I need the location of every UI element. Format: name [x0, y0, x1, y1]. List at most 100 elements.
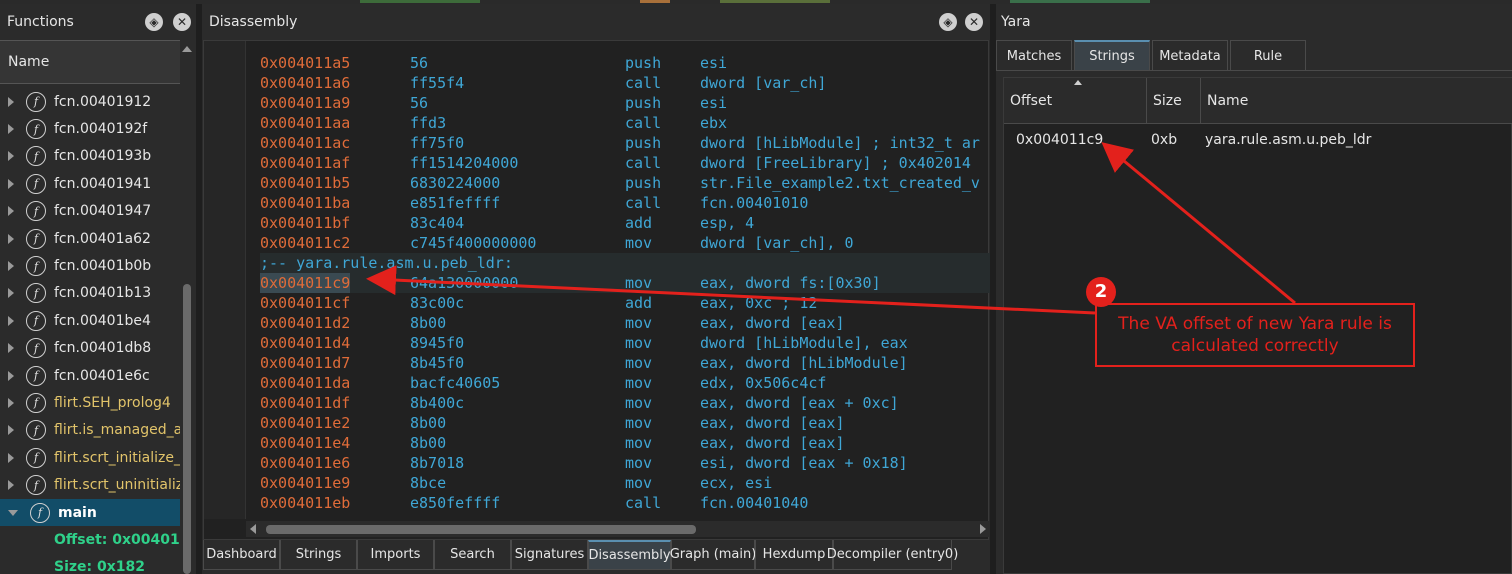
expand-arrow-icon[interactable] [8, 288, 14, 299]
line-bytes: 56 [410, 94, 429, 112]
function-item[interactable]: f fcn.00401b0b [0, 252, 180, 279]
line-operands: ecx, esi [700, 474, 773, 492]
function-item[interactable]: f fcn.00401941 [0, 170, 180, 197]
disasm-line[interactable]: 0x004011e9 8bce mov ecx, esi [260, 473, 990, 493]
line-mnemonic: call [625, 194, 662, 212]
line-operands: eax, dword fs:[0x30] [700, 274, 881, 292]
disasm-line[interactable]: 0x004011df 8b400c mov eax, dword [eax + 0xc… [260, 393, 990, 413]
function-item[interactable]: f fcn.0040193b [0, 143, 180, 170]
line-address: 0x004011e9 [260, 474, 351, 492]
disassembly-lines[interactable]: 0x004011a5 56 push esi 0x004011a6 ff55f4 call d… [260, 53, 990, 513]
expand-arrow-icon[interactable] [8, 452, 14, 463]
function-item[interactable]: f fcn.0040192f [0, 115, 180, 142]
disasm-line[interactable]: 0x004011bf 83c404 add esp, 4 [260, 213, 990, 233]
close-icon[interactable]: ✕ [173, 13, 191, 31]
disasm-line[interactable]: 0x004011d7 8b45f0 mov eax, dword [hLibModul… [260, 353, 990, 373]
line-address: 0x004011eb [260, 494, 351, 512]
column-header-offset[interactable]: Offset [1004, 78, 1147, 124]
disasm-line[interactable]: 0x004011eb e850feffff call fcn.00401040 [260, 493, 990, 513]
function-label: fcn.00401a62 [54, 230, 151, 247]
disasm-line[interactable]: 0x004011e2 8b00 mov eax, dword [eax] [260, 413, 990, 433]
expand-arrow-icon[interactable] [8, 261, 14, 272]
function-item[interactable]: f fcn.00401e6c [0, 362, 180, 389]
collapse-arrow-icon[interactable] [8, 509, 18, 516]
scroll-left-arrow-icon[interactable] [250, 524, 256, 534]
expand-arrow-icon[interactable] [8, 178, 14, 189]
line-mnemonic: mov [625, 454, 653, 472]
flag-line[interactable]: ;-- yara.rule.asm.u.peb_ldr: [260, 253, 990, 273]
disasm-line[interactable]: 0x004011e6 8b7018 mov esi, dword [eax + 0x1… [260, 453, 990, 473]
expand-arrow-icon[interactable] [8, 343, 14, 354]
expand-arrow-icon[interactable] [8, 425, 14, 436]
disasm-line[interactable]: 0x004011d4 8945f0 mov dword [hLibModule], e… [260, 333, 990, 353]
float-icon[interactable]: ◈ [939, 13, 957, 31]
expand-arrow-icon[interactable] [8, 480, 14, 491]
functions-column-header[interactable]: Name [0, 40, 180, 84]
expand-arrow-icon[interactable] [8, 206, 14, 217]
float-icon[interactable]: ◈ [145, 13, 163, 31]
tab-imports[interactable]: Imports [357, 540, 434, 570]
function-item[interactable]: f flirt.is_managed_ap [0, 417, 180, 444]
yara-tab-matches[interactable]: Matches [996, 40, 1072, 71]
scroll-right-arrow-icon[interactable] [980, 524, 986, 534]
line-mnemonic: push [625, 134, 662, 152]
table-row[interactable]: 0x004011c9 0xb yara.rule.asm.u.peb_ldr [1004, 128, 1512, 156]
function-item[interactable]: f fcn.00401912 [0, 88, 180, 115]
expand-arrow-icon[interactable] [8, 233, 14, 244]
disasm-line[interactable]: 0x004011af ff1514204000 call dword [FreeLib… [260, 153, 990, 173]
disasm-line[interactable]: 0x004011b5 6830224000 push str.File_example… [260, 173, 990, 193]
tab-search[interactable]: Search [434, 540, 511, 570]
expand-arrow-icon[interactable] [8, 151, 14, 162]
scroll-up-arrow-icon[interactable] [182, 46, 192, 52]
disassembly-view[interactable]: 0x004011a5 56 push esi 0x004011a6 ff55f4 call d… [203, 40, 990, 540]
function-item[interactable]: f fcn.00401947 [0, 198, 180, 225]
tab-dashboard[interactable]: Dashboard [203, 540, 280, 570]
yara-tab-rule[interactable]: Rule [1230, 40, 1306, 71]
disasm-line[interactable]: 0x004011ba e851feffff call fcn.00401010 [260, 193, 990, 213]
flag-label: ;-- yara.rule.asm.u.peb_ldr: [260, 254, 513, 272]
expand-arrow-icon[interactable] [8, 96, 14, 107]
tab-graph-main[interactable]: Graph (main) [670, 540, 756, 570]
disasm-line[interactable]: 0x004011cf 83c00c add eax, 0xc ; 12 [260, 293, 990, 313]
disasm-line[interactable]: 0x004011c2 c745f400000000 mov dword [var_ch… [260, 233, 990, 253]
function-item[interactable]: f fcn.00401b13 [0, 280, 180, 307]
function-item[interactable]: f flirt.SEH_prolog4 [0, 389, 180, 416]
tab-decompiler-entry0[interactable]: Decompiler (entry0) [827, 540, 958, 570]
function-item[interactable]: f flirt.scrt_uninitialize [0, 471, 180, 498]
yara-tab-metadata[interactable]: Metadata [1152, 40, 1228, 71]
disasm-line[interactable]: 0x004011ac ff75f0 push dword [hLibModule] ;… [260, 133, 990, 153]
function-label: fcn.00401be4 [54, 312, 151, 329]
disasm-line[interactable]: 0x004011a6 ff55f4 call dword [var_ch] [260, 73, 990, 93]
disasm-line[interactable]: 0x004011d2 8b00 mov eax, dword [eax] [260, 313, 990, 333]
yara-tab-strings[interactable]: Strings [1074, 40, 1150, 71]
disasm-line[interactable]: 0x004011da bacfc40605 mov edx, 0x506c4cf [260, 373, 990, 393]
disassembly-hscrollbar[interactable] [246, 521, 990, 537]
column-header-name[interactable]: Name [1201, 78, 1512, 124]
function-item[interactable]: f fcn.00401db8 [0, 335, 180, 362]
disasm-line[interactable]: 0x004011a9 56 push esi [260, 93, 990, 113]
column-header-size[interactable]: Size [1147, 78, 1201, 124]
expand-arrow-icon[interactable] [8, 315, 14, 326]
functions-scrollbar-thumb[interactable] [183, 284, 191, 574]
disasm-line[interactable]: 0x004011aa ffd3 call ebx [260, 113, 990, 133]
disasm-line[interactable]: 0x004011e4 8b00 mov eax, dword [eax] [260, 433, 990, 453]
expand-arrow-icon[interactable] [8, 124, 14, 135]
function-item-main[interactable]: f main [0, 498, 180, 527]
tab-strings[interactable]: Strings [280, 540, 357, 570]
expand-arrow-icon[interactable] [8, 397, 14, 408]
disassembly-hscroll-thumb[interactable] [266, 525, 696, 534]
function-item[interactable]: f flirt.scrt_initialize_c [0, 444, 180, 471]
disasm-line[interactable]: 0x004011c9 64a130000000 mov eax, dword fs:[… [260, 273, 990, 293]
line-operands: dword [FreeLibrary] ; 0x402014 [700, 154, 971, 172]
tab-hexdump[interactable]: Hexdump [755, 540, 833, 570]
disasm-line[interactable]: 0x004011a5 56 push esi [260, 53, 990, 73]
functions-scrollbar[interactable] [181, 44, 193, 574]
tab-signatures[interactable]: Signatures [511, 540, 588, 570]
expand-arrow-icon[interactable] [8, 370, 14, 381]
line-bytes: 83c404 [410, 214, 465, 232]
function-item[interactable]: f fcn.00401a62 [0, 225, 180, 252]
tab-disassembly[interactable]: Disassembly [588, 540, 671, 570]
close-icon[interactable]: ✕ [965, 13, 983, 31]
function-item[interactable]: f fcn.00401be4 [0, 307, 180, 334]
function-icon: f [26, 365, 46, 386]
